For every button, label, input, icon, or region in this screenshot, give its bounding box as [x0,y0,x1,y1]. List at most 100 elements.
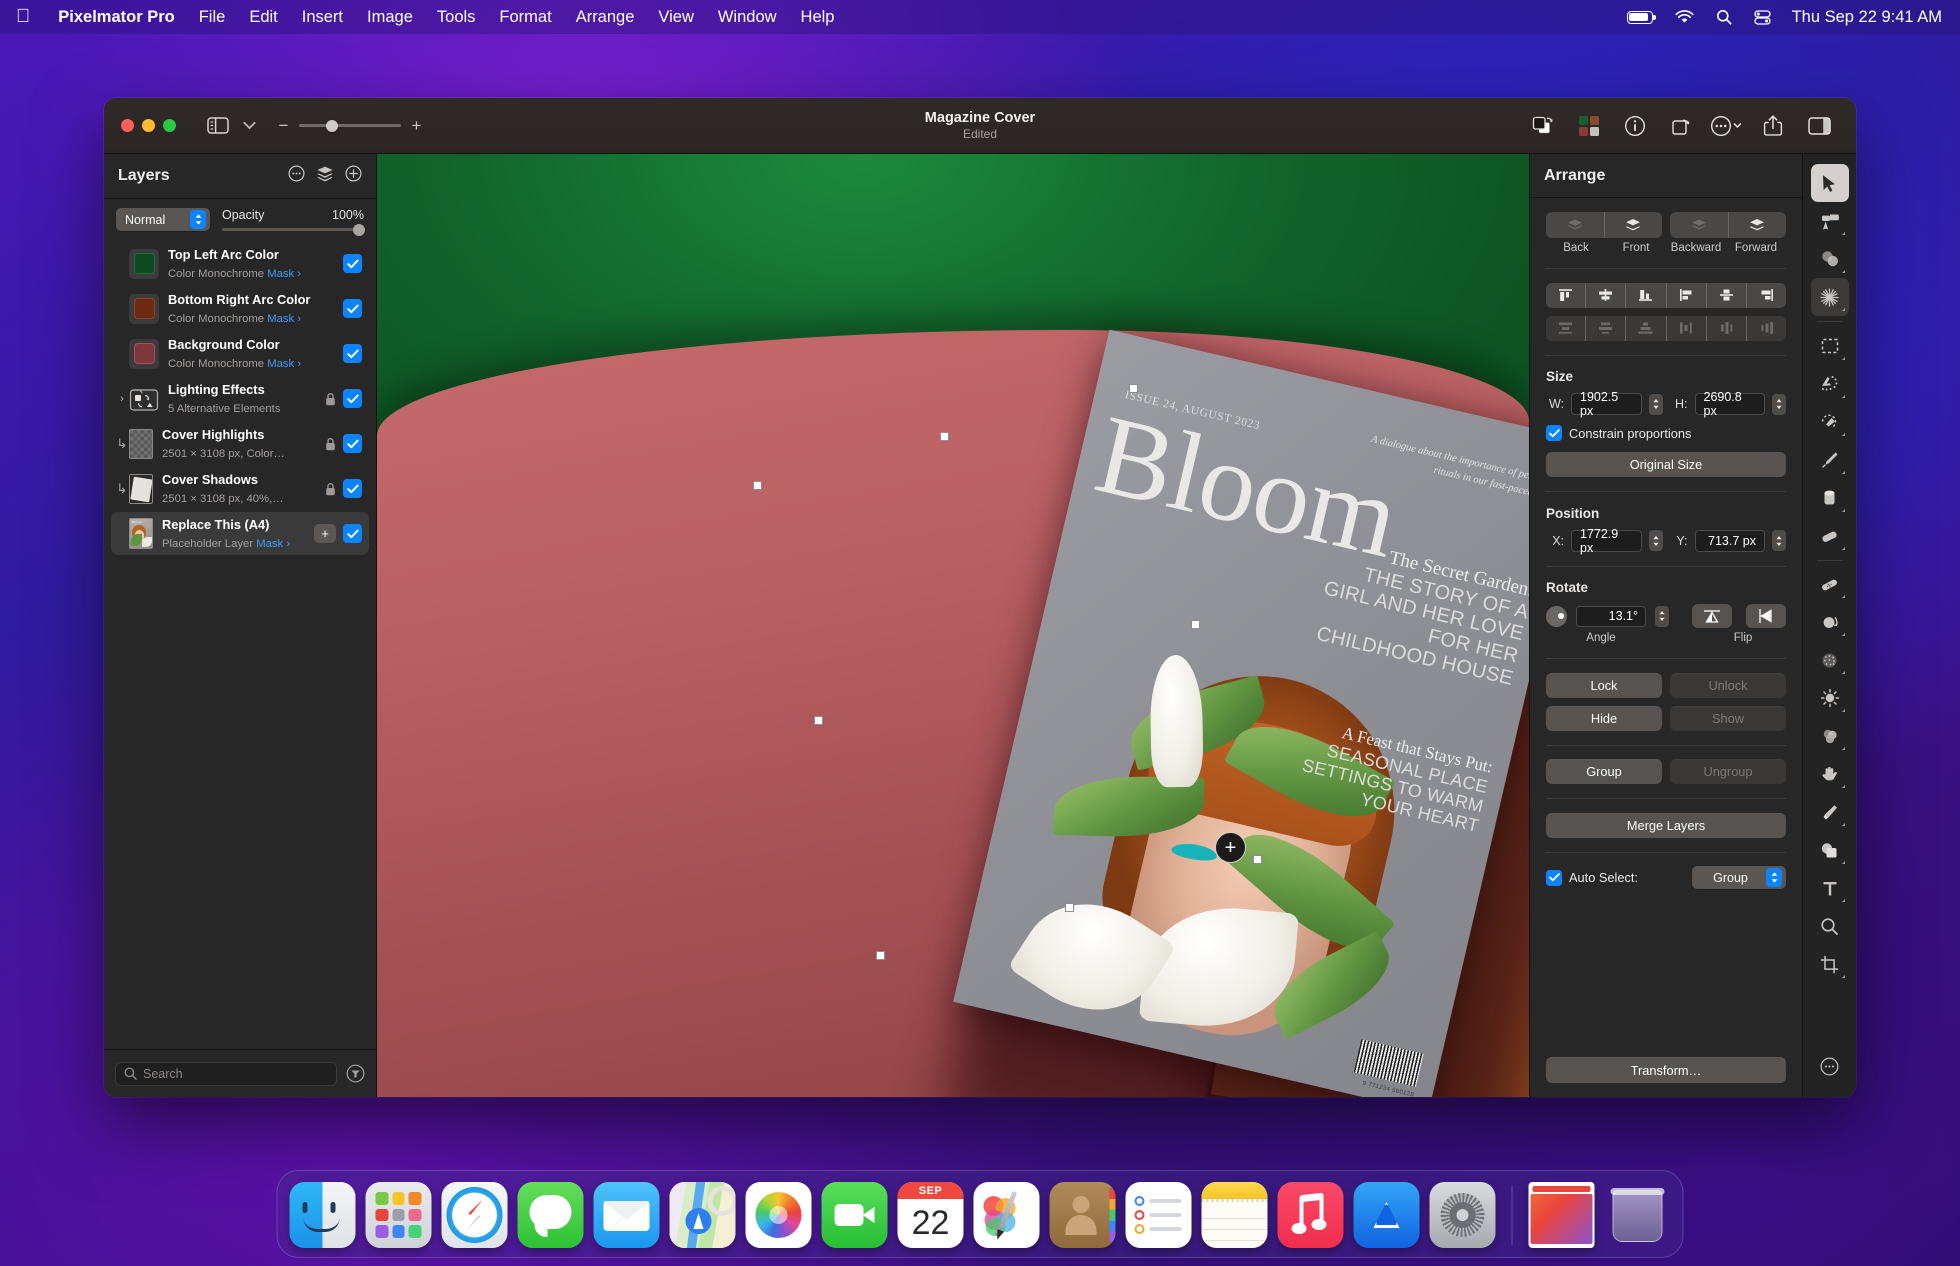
align-top-icon[interactable] [1665,282,1706,308]
distribute-bottom-icon[interactable] [1625,315,1665,341]
menu-item-insert[interactable]: Insert [290,8,355,27]
dock-item-downloads-stack[interactable] [1528,1182,1595,1248]
menu-item-image[interactable]: Image [355,8,425,27]
pen-tool[interactable] [1811,793,1849,831]
unlock-button[interactable]: Unlock [1670,672,1786,698]
original-size-button[interactable]: Original Size [1546,452,1786,477]
document-canvas[interactable]: ISSUE 24, AUGUST 2023 Bloom A dialogue a… [377,154,1529,1097]
ungroup-button[interactable]: Ungroup [1670,759,1786,784]
quick-select-tool[interactable] [1811,365,1849,403]
opacity-control[interactable]: Opacity 100% [222,208,365,236]
dock-item-contacts[interactable] [1049,1182,1116,1248]
auto-select-chevrons-icon[interactable] [1766,868,1782,887]
zoom-tool[interactable] [1811,907,1849,945]
repair-tool[interactable] [1811,565,1849,603]
dock-item-mail[interactable] [593,1182,660,1248]
layer-visibility-checkbox[interactable] [343,344,362,363]
layers-stack-icon[interactable] [316,165,334,187]
flip-horizontal-button[interactable] [1746,604,1786,628]
minimize-button[interactable] [142,119,155,132]
distribute-center-icon[interactable] [1585,315,1625,341]
layer-visibility-checkbox[interactable] [343,434,362,453]
menu-item-edit[interactable]: Edit [237,8,289,27]
layer-mask-link[interactable]: Mask › [267,268,301,280]
send-backward-button[interactable] [1670,212,1728,238]
paint-tool[interactable] [1811,441,1849,479]
dock-item-trash[interactable] [1605,1182,1671,1248]
distribute-left-icon[interactable] [1665,315,1706,341]
angle-input[interactable]: 13.1° [1576,605,1646,627]
menu-item-pixelmator-pro[interactable]: Pixelmator Pro [46,8,186,27]
bring-forward-button[interactable] [1727,212,1787,238]
rectangular-select-tool[interactable] [1811,327,1849,365]
close-button[interactable] [121,119,134,132]
distribute-right-icon[interactable] [1745,315,1786,341]
dock-item-maps[interactable] [669,1182,736,1248]
opacity-slider-knob[interactable] [353,223,365,236]
dock-item-facetime[interactable] [821,1182,888,1248]
lock-icon[interactable] [325,482,336,496]
align-left-icon[interactable] [1546,283,1585,308]
dock-item-reminders[interactable] [1125,1182,1192,1248]
layer-mask-link[interactable]: Mask › [267,313,301,325]
auto-select-mode-select[interactable]: Group [1692,866,1786,889]
layer-row-bottom-right-arc-color[interactable]: Bottom Right Arc Color Color Monochrome … [111,287,369,330]
zoom-slider[interactable] [299,119,401,132]
style-tool[interactable] [1811,202,1849,240]
y-input[interactable]: 713.7 px [1694,529,1765,552]
group-disclosure-triangle[interactable]: › [115,393,129,405]
sidebar-toggle-icon[interactable] [207,117,229,134]
maximize-button[interactable] [163,119,176,132]
y-stepper[interactable] [1772,530,1786,551]
layer-visibility-checkbox[interactable] [343,524,362,543]
dock-item-finder[interactable] [289,1182,356,1248]
align-bottom-icon[interactable] [1745,282,1786,308]
align-center-horizontal-icon[interactable] [1585,282,1625,308]
type-tool[interactable] [1811,869,1849,907]
search-icon[interactable] [1705,9,1743,25]
layer-mask-link[interactable]: Mask › [256,538,290,550]
group-button[interactable]: Group [1546,759,1662,784]
chevron-down-icon[interactable] [243,118,256,133]
menu-item-arrange[interactable]: Arrange [564,8,647,27]
battery-icon[interactable] [1616,10,1664,24]
layer-visibility-checkbox[interactable] [343,299,362,318]
layer-row-background-color[interactable]: Background Color Color Monochrome Mask › [111,332,369,375]
dock-item-photos[interactable] [745,1182,812,1248]
shape-tool[interactable] [1811,831,1849,869]
crop-tool[interactable] [1811,945,1849,983]
saturation-tool[interactable] [1811,717,1849,755]
layer-row-cover-shadows[interactable]: ↳ Cover Shadows 2501 × 3108 px, 40%,… [111,467,369,510]
more-icon[interactable] [1704,106,1750,146]
control-center-icon[interactable] [1743,9,1782,25]
replace-placeholder-button[interactable]: + [314,524,336,543]
info-icon[interactable] [1612,106,1658,146]
constrain-proportions-row[interactable]: Constrain proportions [1546,425,1786,441]
width-stepper[interactable] [1648,393,1663,415]
menu-bar-clock[interactable]: Thu Sep 22 9:41 AM [1782,8,1944,27]
merge-layers-button[interactable]: Merge Layers [1546,812,1786,838]
eraser-tool[interactable] [1811,517,1849,555]
menu-item-window[interactable]: Window [706,8,789,27]
arrange-tool[interactable] [1810,164,1849,202]
menu-item-help[interactable]: Help [789,8,847,27]
show-button[interactable]: Show [1670,705,1786,731]
paint-bucket-tool[interactable] [1811,479,1849,517]
opacity-slider[interactable] [222,223,365,236]
share-icon[interactable] [1750,106,1796,146]
lock-icon[interactable] [325,392,336,406]
flip-vertical-button[interactable] [1692,604,1732,628]
dock-item-messages[interactable] [517,1182,584,1248]
lock-button[interactable]: Lock [1546,672,1662,698]
rotate-icon[interactable] [1658,106,1704,146]
layer-row-replace-this-a4[interactable]: Bloom Replace This (A4) Placeholder Laye… [111,512,369,555]
x-stepper[interactable] [1648,530,1663,551]
add-layer-icon[interactable] [345,165,362,187]
constrain-proportions-checkbox[interactable] [1546,425,1562,441]
width-input[interactable]: 1902.5 px [1571,390,1642,418]
lock-icon[interactable] [325,437,336,451]
duplicate-icon[interactable] [1520,106,1566,146]
menu-item-file[interactable]: File [187,8,238,27]
hide-button[interactable]: Hide [1546,705,1662,731]
menu-item-view[interactable]: View [646,8,705,27]
